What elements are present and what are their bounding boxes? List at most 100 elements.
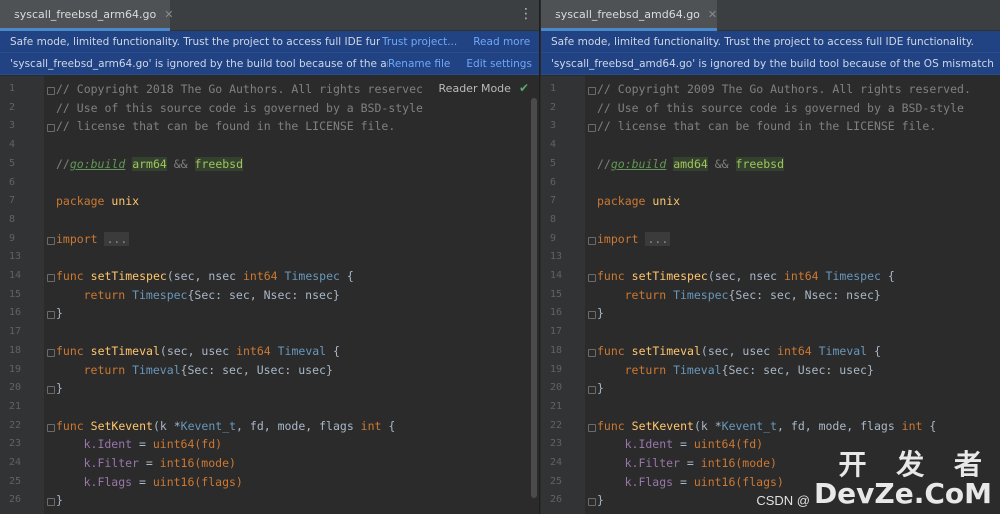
code-token: // Use of this source code is governed b…	[56, 100, 423, 115]
code-token: uint16(flags)	[693, 474, 784, 489]
code-token: package	[56, 194, 105, 209]
fold-marker-icon[interactable]	[588, 345, 596, 357]
code-token: arm64	[132, 156, 167, 171]
fold-marker-icon[interactable]	[47, 120, 55, 133]
code-line: k.Filter = int16(mode)	[84, 454, 236, 473]
line-number: 13	[9, 251, 22, 263]
code-token: SetKevent	[631, 418, 694, 433]
code-token: Timespec	[825, 269, 881, 283]
read-more-link[interactable]: Read more	[473, 36, 530, 48]
fold-marker-icon[interactable]	[47, 270, 55, 282]
fold-marker-icon[interactable]	[47, 307, 55, 320]
line-number: 3	[550, 120, 557, 132]
trust-project-link[interactable]: Trust project...	[382, 36, 457, 48]
line-number: 22	[550, 419, 563, 431]
fold-marker-icon[interactable]	[47, 420, 55, 432]
code-line: // Copyright 2009 The Go Authors. All ri…	[597, 80, 971, 99]
code-token: {Sec: sec, Nsec: nsec}	[728, 287, 881, 302]
line-number: 4	[550, 139, 557, 151]
code-token: // Use of this source code is governed b…	[597, 100, 964, 115]
fold-marker-icon[interactable]	[588, 120, 596, 133]
code-token: go:build	[610, 156, 667, 171]
code-token: =	[679, 456, 701, 470]
code-line: //go:build arm64 && freebsd	[56, 155, 244, 174]
code-token: // Copyright 2018 The Go Authors. All ri…	[56, 82, 423, 96]
rename-file-link[interactable]: Rename file	[388, 58, 450, 70]
code-token: package	[597, 194, 646, 209]
line-number: 1	[9, 83, 16, 94]
code-token: Kevent_t	[721, 418, 778, 433]
code-line: k.Flags = uint16(flags)	[84, 473, 243, 492]
code-token: {	[326, 343, 340, 358]
line-number: 19	[9, 363, 22, 375]
code-token: {	[867, 343, 881, 358]
code-token: Timeval	[673, 362, 722, 377]
reader-mode-toggle[interactable]: Reader Mode ✔	[432, 78, 535, 98]
line-number: 24	[9, 457, 22, 468]
code-token: return	[624, 362, 667, 377]
code-token: =	[132, 437, 153, 452]
code-token: func	[597, 343, 625, 358]
code-line: // Use of this source code is governed b…	[597, 99, 964, 118]
fold-marker-icon[interactable]	[588, 233, 596, 245]
code-token: int64	[777, 343, 812, 358]
fold-marker-icon[interactable]	[588, 307, 596, 320]
fold-marker-icon[interactable]	[47, 382, 55, 395]
line-number: 23	[550, 438, 563, 450]
fold-marker-icon[interactable]	[588, 270, 596, 282]
code-token: return	[83, 287, 126, 302]
code-token: (k *	[693, 418, 722, 433]
code-token: freebsd	[194, 156, 244, 171]
check-icon: ✔	[518, 81, 529, 95]
fold-marker-icon[interactable]	[47, 494, 55, 507]
code-editor-left[interactable]: 1 // Copyright 2018 The Go Authors. All r…	[0, 76, 539, 514]
fold-marker-icon[interactable]	[47, 345, 55, 357]
vertical-scrollbar[interactable]	[531, 98, 537, 498]
more-options-icon[interactable]: ⋮	[519, 7, 533, 21]
line-number: 18	[9, 344, 22, 356]
code-line: return Timeval{Sec: sec, Usec: usec}	[84, 361, 333, 380]
code-line: }	[56, 379, 63, 398]
line-number: 5	[9, 157, 16, 169]
line-number: 8	[9, 213, 16, 225]
code-line: // license that can be found in the LICE…	[56, 117, 395, 136]
edit-settings-link[interactable]: Edit settings	[466, 58, 532, 70]
tab-syscall-amd64[interactable]: syscall_freebsd_amd64.go ✕	[541, 0, 717, 31]
code-line: func setTimeval(sec, usec int64 Timeval …	[56, 342, 340, 361]
fold-marker-icon[interactable]	[47, 233, 55, 245]
tab-syscall-arm64[interactable]: syscall_freebsd_arm64.go ✕	[0, 0, 173, 31]
fold-marker-icon[interactable]	[588, 382, 596, 395]
fold-marker-icon[interactable]	[588, 494, 596, 507]
reader-mode-label: Reader Mode	[438, 81, 511, 95]
tab-bar-left: syscall_freebsd_arm64.go ✕ ⋮	[0, 0, 539, 31]
code-token: int64	[242, 269, 278, 283]
code-token: }	[597, 381, 604, 396]
safe-mode-banner: Safe mode, limited functionality. Trust …	[541, 31, 1000, 53]
code-token: {	[922, 418, 937, 433]
line-number: 7	[9, 195, 16, 207]
close-icon[interactable]: ✕	[708, 8, 717, 21]
fold-marker-icon[interactable]	[588, 83, 596, 95]
close-icon[interactable]: ✕	[164, 8, 173, 21]
watermark-en: DevZe.CoM	[813, 477, 992, 510]
fold-marker-icon[interactable]	[47, 83, 55, 95]
line-number: 1	[550, 83, 557, 94]
code-token: (k *	[152, 418, 181, 433]
fold-marker-icon[interactable]	[588, 420, 596, 432]
code-token: (sec, nsec	[166, 269, 243, 283]
banner-text: 'syscall_freebsd_amd64.go' is ignored by…	[551, 57, 994, 70]
line-number: 21	[550, 400, 563, 412]
code-line: return Timespec{Sec: sec, Nsec: nsec}	[625, 286, 881, 305]
line-number: 9	[550, 232, 557, 244]
code-token: {Sec: sec, Usec: usec}	[180, 362, 333, 377]
code-line: import ...	[56, 230, 130, 249]
code-token: }	[597, 306, 604, 321]
code-token: (sec, usec	[159, 343, 237, 358]
